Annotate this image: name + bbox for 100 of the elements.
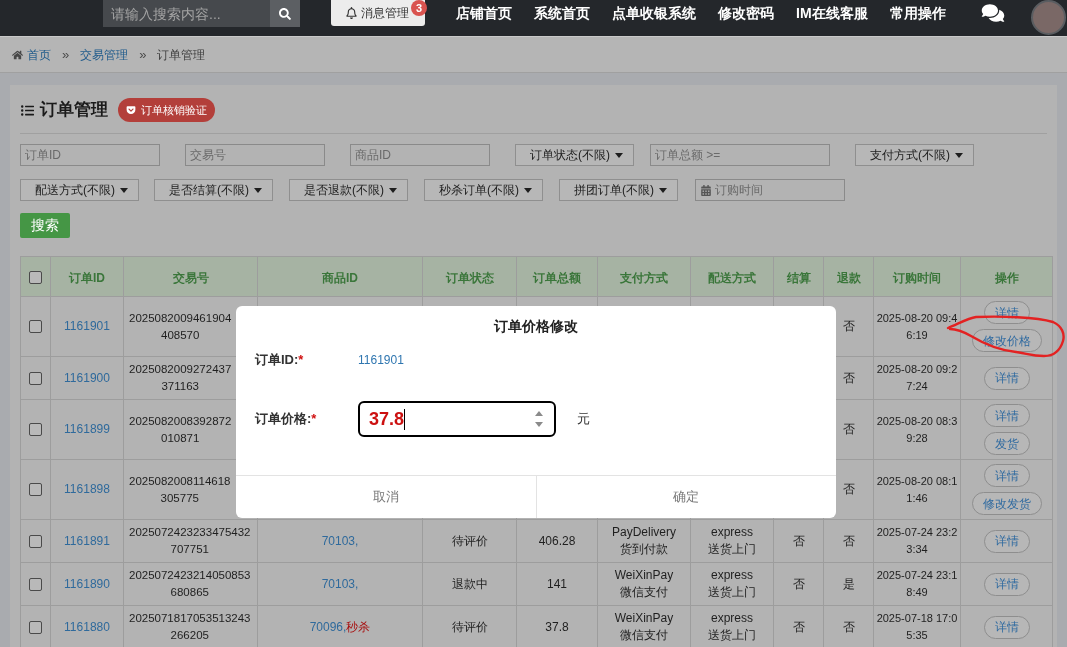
unit-label: 元 — [577, 410, 590, 429]
nav-link[interactable]: 修改密码 — [718, 2, 774, 24]
search-button[interactable] — [270, 0, 300, 27]
nav-link[interactable]: 常用操作 — [889, 2, 946, 24]
dropdown[interactable]: 拼团订单(不限) — [559, 179, 678, 201]
checkbox[interactable] — [29, 534, 42, 548]
search-input[interactable]: 请输入搜索内容... — [103, 0, 270, 27]
order-id-link[interactable]: 1161899 — [64, 422, 110, 436]
breadcrumb-current: 订单管理 — [157, 46, 206, 64]
refund-status: 否 — [842, 422, 855, 436]
action-button[interactable]: 发货 — [983, 432, 1030, 455]
refund-status: 是 — [842, 576, 855, 591]
action-button[interactable]: 详情 — [983, 464, 1030, 487]
text-cursor-icon — [404, 408, 406, 430]
checkbox[interactable] — [29, 483, 42, 497]
product-link[interactable]: 70103, — [321, 533, 359, 548]
breadcrumb-separator: » — [139, 45, 147, 64]
delivery-method: express 送货上门 — [708, 567, 756, 601]
column-header: 订单总额 — [533, 270, 581, 285]
chat-icon[interactable] — [981, 3, 1005, 23]
order-id-link[interactable]: 1161898 — [64, 482, 110, 496]
messages-button[interactable]: 消息管理 3 — [331, 0, 425, 26]
verify-button[interactable]: 订单核销验证 — [118, 98, 215, 122]
column-header: 商品ID — [322, 270, 358, 285]
caret-icon — [524, 187, 532, 193]
search-icon — [279, 7, 291, 20]
refund-status: 否 — [842, 319, 855, 333]
column-header: 订单ID — [69, 270, 105, 285]
user-avatar[interactable] — [1031, 0, 1066, 35]
dropdown[interactable]: 配送方式(不限) — [20, 179, 139, 201]
search-submit-button[interactable]: 搜索 — [20, 213, 70, 238]
checkbox[interactable] — [29, 423, 42, 437]
trade-number: 2025082008392872 010871 — [129, 413, 232, 446]
product-link[interactable]: 70096, — [309, 619, 347, 634]
order-time: 2025-07-24 23:1 8:49 — [876, 568, 958, 600]
trade-number: 2025071817053513243 266205 — [129, 611, 251, 643]
order-status: 退款中 — [451, 576, 488, 591]
order-time: 2025-07-24 23:2 3:34 — [876, 525, 958, 557]
delivery-method: express 送货上门 — [708, 610, 756, 644]
action-button[interactable]: 修改发货 — [971, 492, 1042, 515]
order-time: 2025-08-20 08:1 1:46 — [876, 473, 958, 506]
trade-number: 2025082008114618 305775 — [129, 473, 231, 506]
breadcrumb-separator: » — [62, 45, 70, 64]
action-button[interactable]: 详情 — [983, 615, 1030, 639]
shield-icon — [126, 105, 136, 115]
column-header: 操作 — [994, 270, 1019, 285]
dropdown[interactable]: 是否结算(不限) — [154, 179, 273, 201]
caret-icon — [120, 187, 128, 193]
payment-method: WeiXinPay 微信支付 — [614, 610, 674, 644]
checkbox[interactable] — [29, 270, 42, 284]
dialog-button[interactable]: 确定 — [535, 476, 836, 518]
field-label: 订单价格:* — [255, 410, 318, 429]
dropdown[interactable]: 秒杀订单(不限) — [424, 179, 543, 201]
nav-link[interactable]: 系统首页 — [534, 2, 590, 24]
delivery-method: express 送货上门 — [708, 524, 756, 558]
dialog-button[interactable]: 取消 — [236, 476, 536, 518]
action-button[interactable]: 详情 — [983, 572, 1030, 596]
order-total: 37.8 — [545, 619, 569, 634]
text-input[interactable]: 交易号 — [185, 144, 325, 166]
nav-link[interactable]: IM在线客服 — [796, 2, 868, 24]
action-button[interactable]: 详情 — [983, 404, 1030, 427]
dropdown[interactable]: 是否退款(不限) — [289, 179, 408, 201]
home-icon — [12, 49, 23, 60]
price-input[interactable]: 37.8 — [358, 401, 556, 437]
action-button[interactable]: 详情 — [983, 366, 1030, 390]
text-input[interactable]: 订单ID — [20, 144, 160, 166]
nav-link[interactable]: 点单收银系统 — [612, 2, 696, 24]
refund-status: 否 — [842, 482, 855, 496]
caret-icon — [659, 187, 667, 193]
date-input[interactable]: 订购时间 — [695, 179, 845, 201]
breadcrumb-link[interactable]: 首页 — [27, 45, 51, 64]
column-header: 订购时间 — [893, 270, 941, 285]
checkbox[interactable] — [29, 577, 42, 591]
column-header: 订单状态 — [445, 270, 494, 285]
breadcrumb-link[interactable]: 交易管理 — [80, 45, 129, 64]
text-input[interactable]: 订单总额 >= — [650, 144, 830, 166]
order-id-value: 1161901 — [358, 352, 404, 369]
caret-icon — [389, 187, 397, 193]
spinner-icon[interactable] — [534, 409, 544, 429]
action-button[interactable]: 详情 — [983, 529, 1030, 553]
dropdown[interactable]: 订单状态(不限) — [515, 144, 634, 166]
panel-title: 订单管理 — [40, 99, 108, 122]
order-time: 2025-08-20 08:3 9:28 — [876, 413, 958, 446]
column-header: 结算 — [786, 270, 811, 285]
text-input[interactable]: 商品ID — [350, 144, 490, 166]
checkbox[interactable] — [29, 620, 42, 634]
column-header: 交易号 — [172, 270, 209, 285]
dropdown[interactable]: 支付方式(不限) — [855, 144, 974, 166]
checkbox[interactable] — [29, 371, 42, 385]
refund-status: 否 — [842, 370, 855, 385]
column-header: 退款 — [836, 270, 861, 285]
bell-icon — [346, 7, 357, 19]
order-time: 2025-08-20 09:4 6:19 — [876, 310, 958, 343]
column-header: 配送方式 — [708, 270, 756, 285]
product-link[interactable]: 70103, — [321, 576, 359, 591]
order-id-link[interactable]: 1161901 — [64, 319, 110, 333]
checkbox[interactable] — [29, 320, 42, 334]
list-icon — [20, 103, 35, 117]
nav-link[interactable]: 店铺首页 — [456, 2, 512, 24]
settlement-status: 否 — [792, 533, 805, 548]
